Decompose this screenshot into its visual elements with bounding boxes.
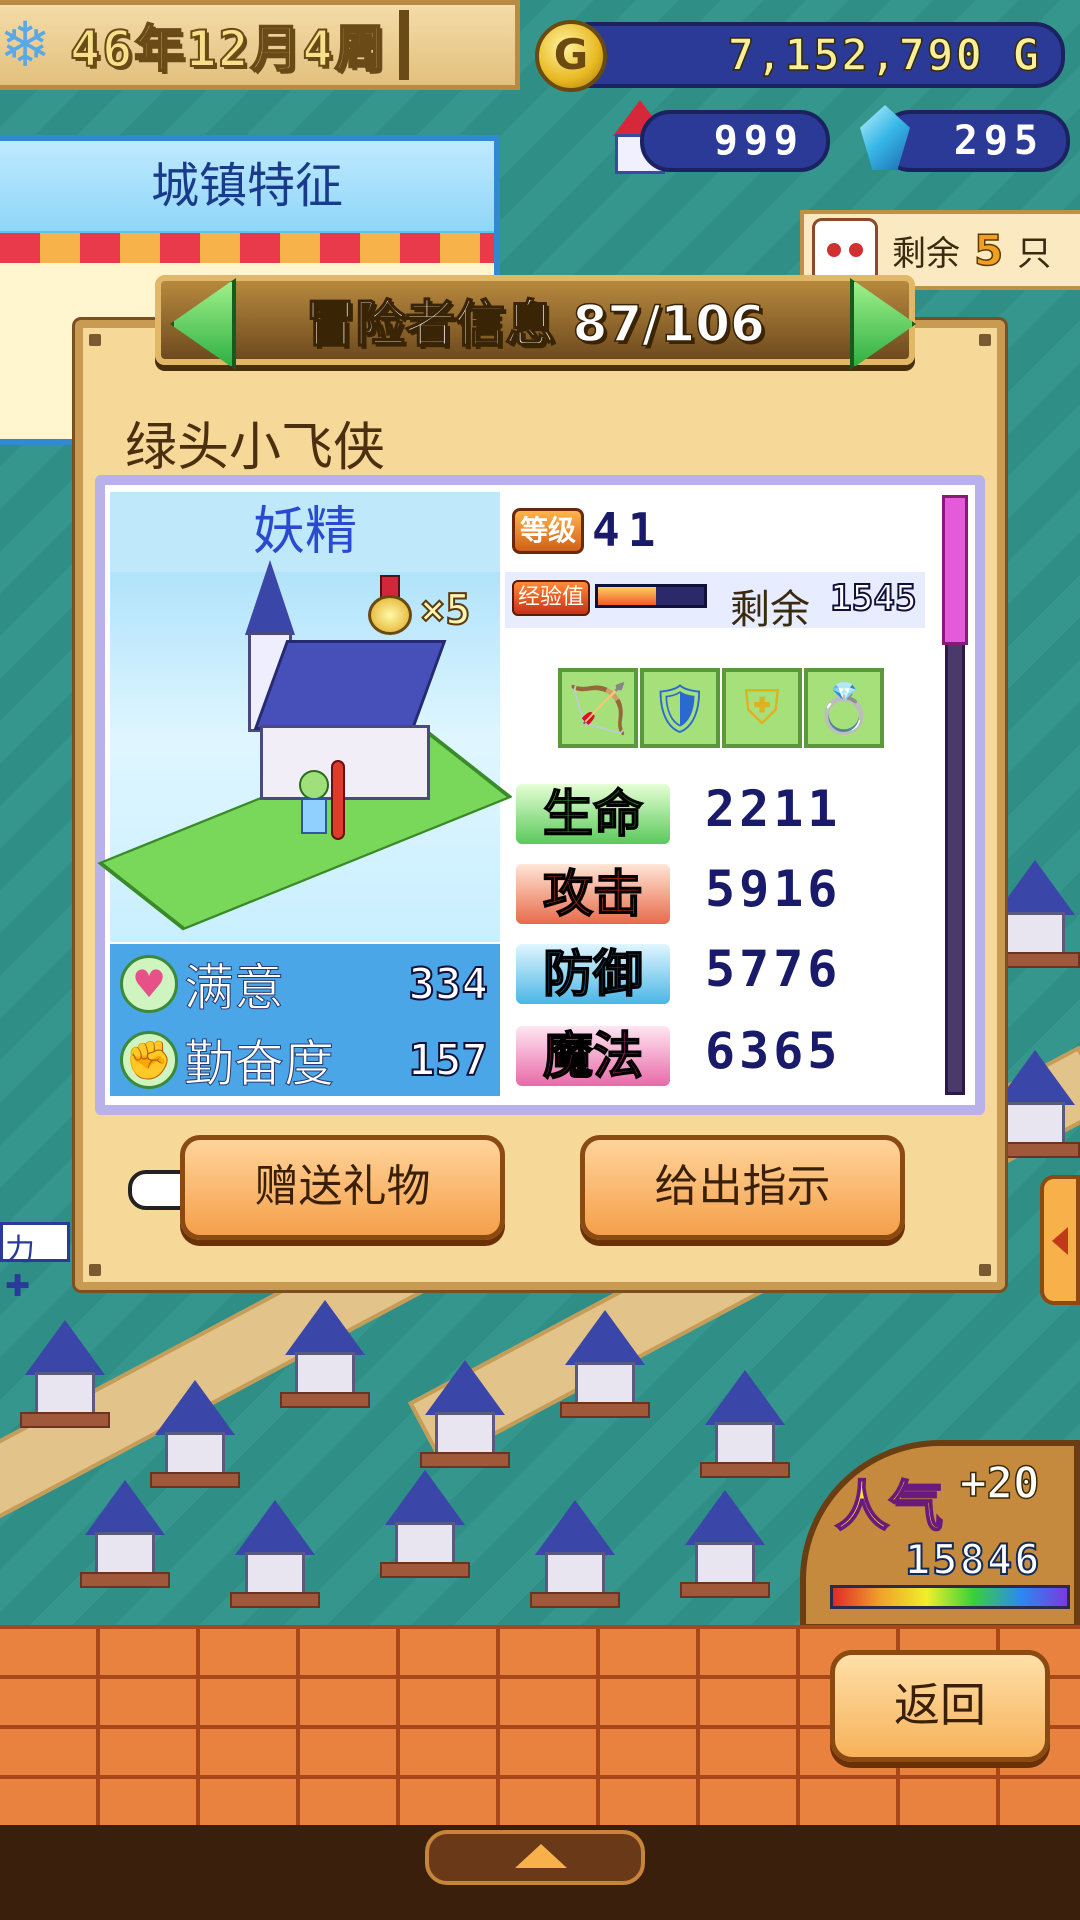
house-count-value: 999 — [713, 118, 804, 164]
house-count-pill[interactable]: 999 — [640, 110, 830, 172]
dialog-title: 冒险者信息 87/106 — [304, 294, 765, 354]
side-panel-toggle-icon[interactable] — [1040, 1175, 1080, 1305]
power-chip[interactable]: 力 ✚ — [0, 1222, 70, 1304]
medal-icon — [368, 575, 412, 635]
adventurer-name: 绿头小飞侠 — [125, 418, 386, 478]
popularity-label: 人气 — [834, 1474, 944, 1539]
exp-tag: 经验值 — [512, 580, 590, 616]
defense-value: 5776 — [705, 940, 842, 998]
hp-badge: 生命 — [512, 780, 674, 848]
give-instructions-button[interactable]: 给出指示 — [580, 1135, 905, 1240]
exp-progress-bar — [595, 584, 707, 608]
diligence-row: ✊ 勤奋度 157 — [110, 1024, 500, 1096]
popularity-gauge — [830, 1585, 1070, 1609]
bow-icon[interactable]: 🏹 — [558, 668, 638, 748]
exp-remaining-value: 1545 — [829, 577, 918, 620]
medal-count: ×5 — [419, 584, 472, 635]
remaining-label: 剩余 — [892, 233, 960, 274]
popularity-delta: +20 — [959, 1457, 1040, 1510]
town-house — [280, 1300, 370, 1410]
armor-icon[interactable]: 🛡 — [640, 668, 720, 748]
exp-progress-fill — [598, 587, 657, 605]
exp-remaining-label: 剩余 — [730, 587, 810, 633]
shield-icon[interactable]: ⛨ — [722, 668, 802, 748]
satisfaction-label: 满意 — [184, 959, 285, 1018]
back-button[interactable]: 返回 — [830, 1650, 1050, 1762]
accessory-icon[interactable]: 💍 — [804, 668, 884, 748]
scrollbar-thumb[interactable] — [942, 495, 968, 645]
diligence-label: 勤奋度 — [184, 1035, 335, 1094]
gold-counter[interactable]: 7,152,790 G — [560, 22, 1065, 88]
fist-icon: ✊ — [120, 1031, 178, 1089]
attack-value: 5916 — [705, 860, 842, 918]
diligence-value: 157 — [408, 1034, 489, 1087]
dialog-title-banner: 冒险者信息 87/106 — [155, 275, 915, 365]
town-house — [560, 1310, 650, 1420]
satisfaction-value: 334 — [408, 958, 489, 1011]
town-house — [20, 1320, 110, 1430]
popularity-value: 15846 — [904, 1534, 1042, 1585]
town-house — [150, 1380, 240, 1490]
town-house — [80, 1480, 170, 1590]
snowflake-icon: ❄ — [0, 8, 51, 81]
town-house — [680, 1490, 770, 1600]
town-house — [230, 1500, 320, 1610]
hp-value: 2211 — [705, 780, 842, 838]
town-house — [530, 1500, 620, 1610]
town-house — [380, 1470, 470, 1580]
heart-icon: ♥ — [120, 955, 178, 1013]
attack-badge: 攻击 — [512, 860, 674, 928]
popularity-gauge-fill — [833, 1588, 1067, 1606]
satisfaction-row: ♥ 满意 334 — [110, 944, 500, 1024]
fairy-character-sprite — [285, 760, 345, 840]
date-divider — [398, 10, 409, 80]
date-bar: ❄ 46年12月4周 — [0, 0, 520, 90]
level-tag: 等级 — [512, 508, 584, 554]
town-house — [420, 1360, 510, 1470]
gold-coin-icon: G — [535, 20, 607, 92]
defense-badge: 防御 — [512, 940, 674, 1008]
expand-menu-arrow-icon[interactable] — [425, 1830, 645, 1885]
town-house — [700, 1370, 790, 1480]
curtain-decoration — [0, 233, 494, 263]
crystal-icon — [850, 100, 920, 180]
remaining-count: 5 — [973, 225, 1004, 276]
give-gift-button[interactable]: 赠送礼物 — [180, 1135, 505, 1240]
crystal-count-value: 295 — [953, 118, 1044, 164]
date-text: 46年12月4周 — [69, 19, 387, 79]
magic-value: 6365 — [705, 1022, 842, 1080]
level-value: 41 — [592, 503, 664, 557]
remaining-unit: 只 — [1017, 233, 1052, 274]
gold-value: 7,152,790 G — [727, 29, 1041, 82]
town-feature-title: 城镇特征 — [0, 141, 494, 231]
magic-badge: 魔法 — [512, 1022, 674, 1090]
